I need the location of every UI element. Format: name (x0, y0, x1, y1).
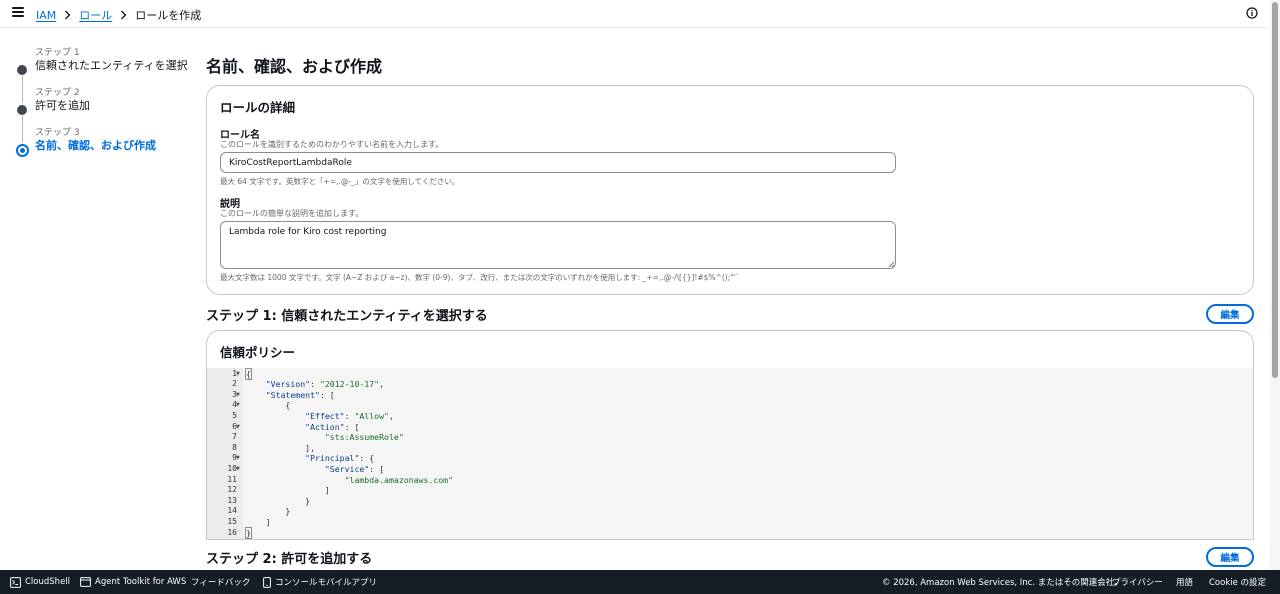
line-number: 1 (232, 368, 237, 378)
step-3-label: 名前、確認、および作成 (35, 139, 156, 152)
description-constraint: 最大文字数は 1000 文字です。文字 (A~Z および a~z)、数字 (0-… (220, 273, 740, 282)
line-number: 6 (232, 421, 237, 431)
cloudshell-label: CloudShell (25, 577, 71, 587)
line-number: 2 (232, 379, 237, 389)
line-number: 9 (232, 453, 237, 463)
cookie-settings-link[interactable]: Cookie の設定 (1209, 570, 1266, 594)
fold-toggle-icon[interactable]: ▼ (236, 390, 240, 401)
page-title: 名前、確認、および作成 (206, 57, 383, 76)
description-hint: このロールの簡単な説明を追加します。 (220, 209, 364, 218)
breadcrumb-iam[interactable]: IAM (36, 9, 56, 22)
line-number-gutter: 1 ▼ 2 3 ▼ 4 ▼ 5 6 ▼ 7 8 9 ▼ 10 ▼ 11 12 13 14 15 16 (207, 368, 243, 539)
code-line: "Action": [ (305, 421, 360, 432)
step-2-label[interactable]: 許可を追加 (35, 99, 190, 113)
scrollbar-thumb[interactable] (1272, 2, 1278, 378)
console-footer: CloudShell Agent Toolkit for AWS フィードバック… (0, 570, 1280, 594)
info-icon[interactable] (1246, 7, 1258, 19)
copyright-text: © 2026, Amazon Web Services, Inc. またはその関… (882, 578, 1123, 588)
step-dot-icon (17, 65, 27, 75)
code-line: } (246, 495, 311, 506)
breadcrumb-current: ロールを作成 (135, 9, 202, 22)
step2-section-heading: ステップ 2: 許可を追加する (206, 552, 373, 567)
step-dot-icon (17, 105, 27, 115)
code-line: ] (246, 485, 330, 496)
fold-toggle-icon[interactable]: ▼ (236, 453, 240, 464)
mobile-phone-icon (263, 576, 271, 588)
step2-edit-button[interactable]: 編集 (1206, 547, 1254, 567)
code-line: "Effect": "Allow", (305, 410, 394, 421)
code-line: { (245, 367, 252, 380)
line-number: 3 (232, 389, 237, 399)
line-number: 14 (227, 506, 237, 516)
breadcrumb-roles[interactable]: ロール (79, 7, 112, 23)
code-line: } (245, 526, 252, 539)
agent-toolkit-label: Agent Toolkit for AWS (95, 577, 187, 587)
step1-edit-button[interactable]: 編集 (1206, 304, 1254, 324)
resize-handle-icon[interactable] (888, 261, 895, 268)
mobile-app-label: コンソールモバイルアプリ (275, 578, 378, 588)
step-2-title: ステップ 2 (35, 88, 80, 98)
trust-policy-panel: 信頼ポリシー 1 ▼ 2 3 ▼ 4 ▼ 5 6 ▼ 7 8 9 ▼ 10 ▼ 11 12 13 14 15 16 { "… (206, 330, 1254, 540)
code-line: { (246, 400, 291, 411)
step-1[interactable]: ステップ 1 信頼されたエンティティを選択 (0, 47, 190, 102)
line-number: 4 (232, 400, 237, 410)
agent-toolkit-button[interactable]: Agent Toolkit for AWS (80, 570, 186, 594)
code-line: "Service": [ (324, 463, 385, 474)
trust-policy-heading: 信頼ポリシー (220, 345, 296, 360)
code-line: ] (246, 516, 271, 527)
line-number: 15 (227, 516, 237, 526)
mobile-app-link[interactable]: コンソールモバイルアプリ (263, 570, 377, 594)
code-line: "sts:AssumeRole" (324, 432, 404, 443)
page-scrollbar[interactable] (1270, 0, 1280, 570)
terminal-icon (10, 576, 21, 588)
step-3-title: ステップ 3 (35, 128, 80, 138)
fold-toggle-icon[interactable]: ▼ (236, 400, 240, 411)
code-line: "Version": "2012-10-17", (265, 379, 385, 390)
line-number: 5 (232, 410, 237, 420)
code-line: ], (246, 442, 316, 453)
chevron-right-icon (64, 10, 71, 20)
step-2[interactable]: ステップ 2 許可を追加 (0, 87, 190, 142)
role-name-constraint: 最大 64 文字です。英数字と「+=,.@-_」の文字を使用してください。 (220, 177, 460, 186)
role-details-heading: ロールの詳細 (220, 100, 296, 115)
trust-policy-code-editor[interactable]: 1 ▼ 2 3 ▼ 4 ▼ 5 6 ▼ 7 8 9 ▼ 10 ▼ 11 12 13 14 15 16 { "Version… (207, 367, 1253, 539)
step1-section-heading: ステップ 1: 信頼されたエンティティを選択する (206, 309, 488, 324)
wizard-steps: ステップ 1 信頼されたエンティティを選択 ステップ 2 許可を追加 ステップ … (0, 44, 190, 164)
fold-toggle-icon[interactable]: ▼ (236, 464, 240, 475)
line-number: 11 (227, 474, 237, 484)
cloudshell-button[interactable]: CloudShell (10, 570, 70, 594)
feedback-link[interactable]: フィードバック (191, 570, 250, 594)
role-details-panel: ロールの詳細 ロール名 このロールを識別するためのわかりやすい名前を入力します。… (206, 85, 1254, 295)
line-number: 12 (227, 485, 237, 495)
line-number: 8 (232, 442, 237, 452)
step-1-label[interactable]: 信頼されたエンティティを選択 (35, 59, 190, 73)
description-textarea[interactable] (220, 221, 896, 269)
code-line: "Principal": { (305, 453, 375, 464)
fold-toggle-icon[interactable]: ▼ (236, 369, 240, 380)
menu-icon[interactable] (12, 7, 24, 17)
step-1-title: ステップ 1 (35, 48, 80, 58)
line-number: 7 (232, 432, 237, 442)
chevron-right-icon (120, 10, 127, 20)
code-line: "lambda.amazonaws.com" (344, 474, 454, 485)
step-current-dot-icon (16, 144, 29, 157)
top-navigation-bar: IAM ロール ロールを作成 (0, 0, 1270, 28)
breadcrumb: IAM ロール ロールを作成 (36, 7, 201, 23)
line-number: 16 (227, 527, 237, 537)
role-name-input[interactable] (220, 152, 896, 173)
code-line: } (246, 506, 291, 517)
terms-link[interactable]: 用語 (1176, 570, 1193, 594)
privacy-link[interactable]: プライバシー (1112, 570, 1163, 594)
toolkit-window-icon (80, 577, 91, 587)
line-number: 13 (227, 495, 237, 505)
role-name-description: このロールを識別するためのわかりやすい名前を入力します。 (220, 140, 444, 149)
line-number: 10 (227, 463, 237, 473)
code-line: "Statement": [ (265, 389, 335, 400)
step-3: ステップ 3 名前、確認、および作成 (0, 127, 190, 164)
fold-toggle-icon[interactable]: ▼ (236, 422, 240, 433)
